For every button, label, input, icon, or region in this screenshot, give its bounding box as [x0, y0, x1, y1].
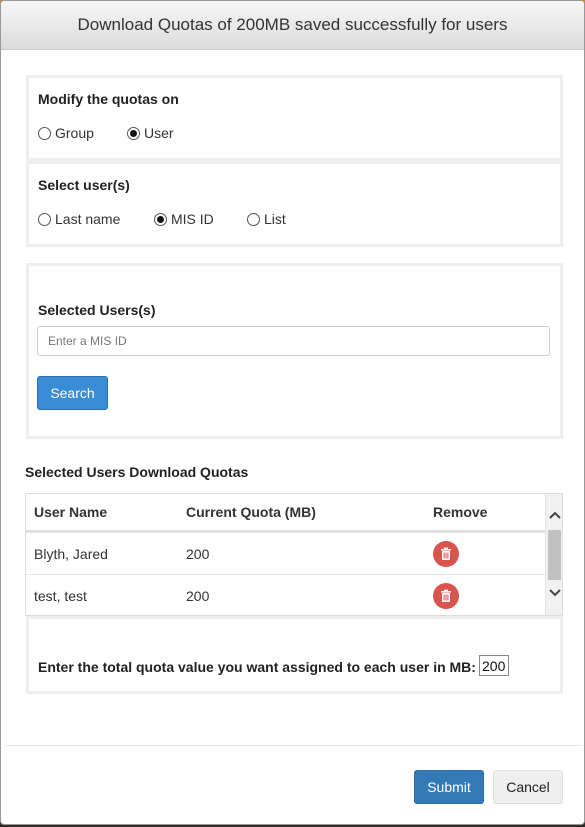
select-users-panel — [26, 161, 563, 247]
download-quota-modal: Download Quotas of 200MB saved successfu… — [0, 0, 585, 825]
trash-icon[interactable] — [433, 582, 459, 609]
selected-users-label: Selected Users(s) — [38, 302, 156, 318]
quotas-table: User Name Current Quota (MB) Remove Blyt… — [25, 493, 563, 616]
trash-icon[interactable] — [433, 540, 459, 567]
quotas-table-title: Selected Users Download Quotas — [25, 464, 249, 480]
modal-title: Download Quotas of 200MB saved successfu… — [77, 15, 508, 34]
radio-mis-id-button[interactable] — [154, 212, 167, 226]
radio-group[interactable]: Group — [38, 125, 94, 141]
modify-label: Modify the quotas on — [38, 91, 179, 107]
modal-header: Download Quotas of 200MB saved successfu… — [1, 1, 584, 50]
cell-remove — [433, 533, 459, 574]
radio-list-button[interactable] — [247, 212, 260, 226]
scroll-thumb[interactable] — [548, 530, 561, 580]
radio-user-button[interactable] — [127, 126, 140, 140]
scroll-down-icon[interactable] — [546, 584, 562, 601]
search-button[interactable]: Search — [37, 376, 108, 410]
table-row: Blyth, Jared 200 — [26, 532, 546, 574]
cell-user-name: test, test — [34, 587, 87, 604]
radio-group-button[interactable] — [38, 126, 51, 140]
radio-list-label: List — [264, 211, 286, 227]
table-scrollbar[interactable] — [545, 494, 562, 615]
col-header-user-name: User Name — [34, 504, 108, 520]
radio-user[interactable]: User — [127, 125, 174, 141]
radio-last-name[interactable]: Last name — [38, 211, 120, 227]
modify-panel — [26, 75, 563, 161]
quota-entry-label: Enter the total quota value you want ass… — [38, 659, 476, 675]
radio-list[interactable]: List — [247, 211, 286, 227]
select-users-label: Select user(s) — [38, 177, 130, 193]
col-header-current-quota: Current Quota (MB) — [186, 504, 316, 520]
cell-current-quota: 200 — [186, 587, 210, 604]
quota-value-input[interactable] — [479, 655, 509, 676]
scroll-up-icon[interactable] — [546, 506, 562, 523]
radio-user-label: User — [144, 125, 174, 141]
col-header-remove: Remove — [433, 504, 488, 520]
radio-group-label: Group — [55, 125, 94, 141]
radio-last-name-label: Last name — [55, 211, 121, 227]
cell-user-name: Blyth, Jared — [34, 545, 108, 562]
cell-remove — [433, 575, 459, 615]
footer-divider — [5, 745, 582, 746]
table-row: test, test 200 — [26, 574, 546, 615]
submit-button[interactable]: Submit — [414, 770, 484, 804]
radio-mis-id[interactable]: MIS ID — [154, 211, 214, 227]
cancel-button[interactable]: Cancel — [493, 770, 563, 804]
radio-last-name-button[interactable] — [38, 212, 51, 226]
mis-id-input[interactable] — [37, 326, 550, 356]
radio-mis-id-label: MIS ID — [171, 211, 214, 227]
cell-current-quota: 200 — [186, 545, 210, 562]
table-header: User Name Current Quota (MB) Remove — [26, 494, 546, 532]
